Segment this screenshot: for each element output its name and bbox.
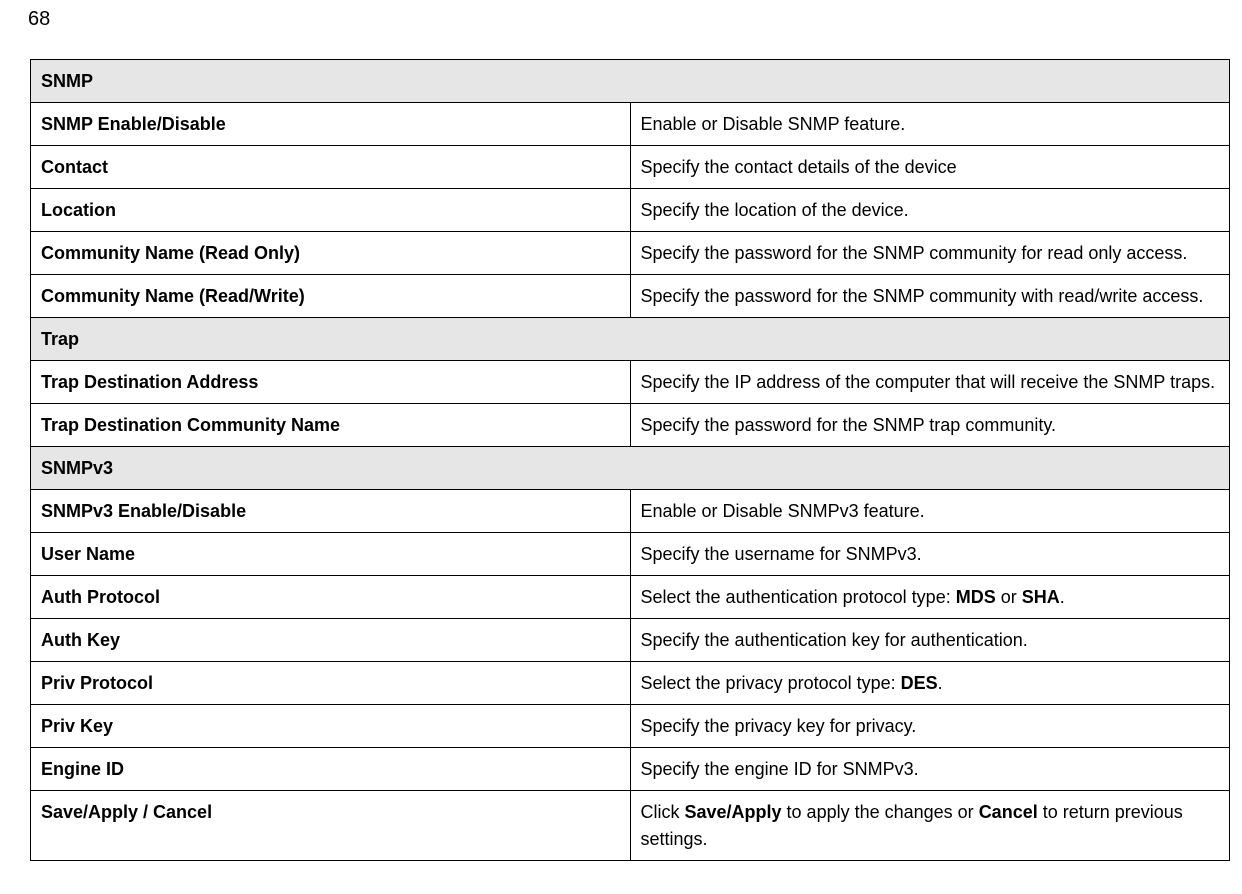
text: Specify the contact details of the devic… [641,157,957,177]
text: Select the privacy protocol type: [641,673,901,693]
row-label: Trap Destination Community Name [31,404,631,447]
row-description: Specify the engine ID for SNMPv3. [630,748,1230,791]
section-header-snmp: SNMP [31,60,1230,103]
row-description: Specify the password for the SNMP trap c… [630,404,1230,447]
row-label: SNMP Enable/Disable [31,103,631,146]
text: Specify the authentication key for authe… [641,630,1028,650]
settings-table: SNMPSNMP Enable/Disable Enable or Disable… [30,59,1230,861]
row-label: Trap Destination Address [31,361,631,404]
text: Specify the password for the SNMP trap c… [641,415,1057,435]
row-description: Select the authentication protocol type:… [630,576,1230,619]
table-row: Priv ProtocolSelect the privacy protocol… [31,662,1230,705]
table-row: User Name Specify the username for SNMPv3… [31,533,1230,576]
text: Specify the privacy key for privacy. [641,716,917,736]
text: Specify the location of the device. [641,200,909,220]
table-row: Auth ProtocolSelect the authentication p… [31,576,1230,619]
table-row: Community Name (Read Only) Specify the pa… [31,232,1230,275]
row-label: Priv Key [31,705,631,748]
row-description: Specify the location of the device. [630,189,1230,232]
table-row: Priv Key Specify the privacy key for priv… [31,705,1230,748]
table-row: Auth Key Specify the authentication key f… [31,619,1230,662]
row-label: Contact [31,146,631,189]
row-description: Click Save/Apply to apply the changes or… [630,791,1230,861]
text: to apply the changes or [782,802,979,822]
row-description: Specify the privacy key for privacy. [630,705,1230,748]
text: Enable or Disable SNMP feature. [641,114,906,134]
text: Specify the IP address of the computer t… [641,372,1216,392]
row-label: Priv Protocol [31,662,631,705]
row-label: Location [31,189,631,232]
text: Specify the password for the SNMP commun… [641,286,1204,306]
text: Specify the password for the SNMP commun… [641,243,1188,263]
text: Specify the engine ID for SNMPv3. [641,759,919,779]
table-row: SNMP Enable/Disable Enable or Disable SNM… [31,103,1230,146]
text: or [996,587,1022,607]
row-label: Auth Protocol [31,576,631,619]
table-row: SNMPv3 Enable/Disable Enable or Disable S… [31,490,1230,533]
bold-text: DES [901,673,938,693]
row-label: SNMPv3 Enable/Disable [31,490,631,533]
text: . [938,673,943,693]
table-row: Contact Specify the contact details of th… [31,146,1230,189]
text: Click [641,802,685,822]
bold-text: SHA [1022,587,1060,607]
section-header-trap: Trap [31,318,1230,361]
row-description: Specify the contact details of the devic… [630,146,1230,189]
text: Enable or Disable SNMPv3 feature. [641,501,925,521]
table-row: Engine ID Specify the engine ID for SNMPv… [31,748,1230,791]
row-description: Specify the password for the SNMP commun… [630,232,1230,275]
bold-text: Cancel [979,802,1038,822]
row-description: Select the privacy protocol type: DES. [630,662,1230,705]
bold-text: Save/Apply [685,802,782,822]
row-description: Enable or Disable SNMP feature. [630,103,1230,146]
row-description: Specify the password for the SNMP commun… [630,275,1230,318]
row-description: Specify the username for SNMPv3. [630,533,1230,576]
bold-text: MDS [956,587,996,607]
table-row: Trap Destination Community Name Specify t… [31,404,1230,447]
row-label: Save/Apply / Cancel [31,791,631,861]
row-label: Community Name (Read Only) [31,232,631,275]
row-label: User Name [31,533,631,576]
table-row: Location Specify the location of the devi… [31,189,1230,232]
section-header-snmpv3: SNMPv3 [31,447,1230,490]
row-description: Specify the IP address of the computer t… [630,361,1230,404]
page-number: 68 [28,8,1236,31]
table-row: Community Name (Read/Write) Specify the p… [31,275,1230,318]
table-row: Save/Apply / CancelClick Save/Apply to a… [31,791,1230,861]
row-label: Community Name (Read/Write) [31,275,631,318]
text: . [1060,587,1065,607]
row-description: Enable or Disable SNMPv3 feature. [630,490,1230,533]
row-label: Engine ID [31,748,631,791]
row-description: Specify the authentication key for authe… [630,619,1230,662]
text: Select the authentication protocol type: [641,587,956,607]
row-label: Auth Key [31,619,631,662]
text: Specify the username for SNMPv3. [641,544,922,564]
table-row: Trap Destination Address Specify the IP a… [31,361,1230,404]
